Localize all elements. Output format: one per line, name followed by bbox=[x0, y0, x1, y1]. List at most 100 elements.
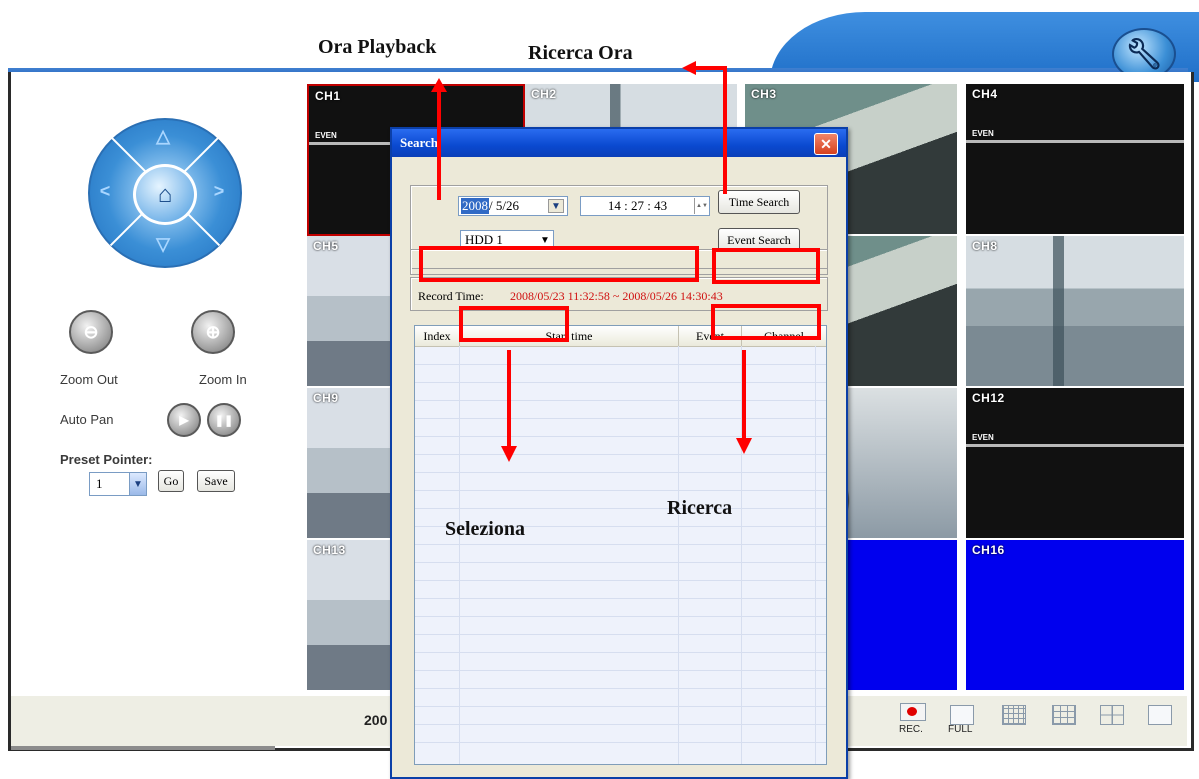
grid-line bbox=[415, 472, 826, 473]
grid-line bbox=[415, 670, 826, 671]
camera-label: CH4 bbox=[972, 87, 998, 101]
divider bbox=[11, 746, 275, 750]
camera-label: CH12 bbox=[972, 391, 1005, 405]
camera-label: CH2 bbox=[531, 87, 557, 101]
ptz-right-button[interactable]: > bbox=[207, 179, 231, 203]
camera-label: CH13 bbox=[313, 543, 346, 557]
annotation-seleziona: Seleziona bbox=[445, 518, 525, 540]
dialog-title-bar[interactable] bbox=[392, 129, 846, 157]
camera-label: CH5 bbox=[313, 239, 339, 253]
grid-line bbox=[415, 400, 826, 401]
home-icon: ⌂ bbox=[157, 180, 173, 208]
grid-line bbox=[415, 652, 826, 653]
zoom-in-button[interactable]: ⊕ bbox=[191, 310, 235, 354]
camera-tile-ch4[interactable]: CH4 EVEN bbox=[966, 84, 1184, 234]
record-time-label: Record Time: bbox=[418, 289, 484, 303]
zoom-out-icon: ⊖ bbox=[83, 321, 99, 342]
layout-4-button[interactable] bbox=[1100, 705, 1124, 725]
close-button[interactable]: ✕ bbox=[814, 133, 838, 155]
annotation-arrow-line bbox=[437, 90, 441, 200]
chevron-down-icon: ▼ bbox=[129, 473, 146, 495]
spinner-icon: ▲▼ bbox=[694, 198, 709, 214]
annotation-arrowhead bbox=[501, 446, 517, 462]
grid-line bbox=[415, 616, 826, 617]
grid-line bbox=[415, 364, 826, 365]
preset-save-button[interactable]: Save bbox=[197, 470, 235, 492]
record-icon bbox=[907, 707, 917, 716]
time-search-button[interactable]: Time Search bbox=[718, 190, 800, 214]
grid-line bbox=[678, 346, 679, 764]
highlight-channel-box bbox=[711, 304, 821, 340]
annotation-ora-playback: Ora Playback bbox=[318, 36, 437, 58]
time-picker[interactable]: 14 : 27 : 43 ▲▼ bbox=[580, 196, 710, 216]
play-icon: ▶ bbox=[179, 413, 189, 427]
grid-line bbox=[415, 724, 826, 725]
record-label: REC. bbox=[899, 724, 923, 735]
zoom-in-label: Zoom In bbox=[199, 372, 247, 387]
close-icon: ✕ bbox=[820, 135, 832, 152]
camera-label: CH9 bbox=[313, 391, 339, 405]
chevron-down-icon: ▼ bbox=[540, 234, 550, 246]
search-dialog: Search ✕ 2008 / 5/26 ▼ 14 : 27 : 43 ▲▼ T… bbox=[390, 127, 848, 779]
auto-pan-play-button[interactable]: ▶ bbox=[167, 403, 201, 437]
ptz-up-button[interactable]: △ bbox=[151, 124, 175, 148]
results-list[interactable]: Index Start time Event Channel bbox=[414, 325, 827, 765]
preset-select[interactable]: 1 ▼ bbox=[89, 472, 147, 496]
grid-line bbox=[415, 490, 826, 491]
grid-line bbox=[415, 544, 826, 545]
camera-tile-ch8[interactable]: CH8 bbox=[966, 236, 1184, 386]
ptz-left-button[interactable]: < bbox=[93, 179, 117, 203]
full-screen-button[interactable] bbox=[950, 705, 974, 725]
status-bar bbox=[966, 140, 1184, 143]
grid-line bbox=[415, 418, 826, 419]
chevron-down-icon: ▼ bbox=[548, 199, 564, 213]
ptz-home-button[interactable]: ⌂ bbox=[133, 164, 197, 225]
annotation-arrowhead bbox=[431, 78, 447, 92]
date-rest: / 5/26 bbox=[489, 198, 519, 213]
camera-tile-ch16[interactable]: CH16 bbox=[966, 540, 1184, 690]
grid-line bbox=[415, 454, 826, 455]
camera-label: CH8 bbox=[972, 239, 998, 253]
camera-tile-ch12[interactable]: CH12 EVEN bbox=[966, 388, 1184, 538]
layout-16-button[interactable] bbox=[1002, 705, 1026, 725]
grid-line bbox=[415, 688, 826, 689]
annotation-arrowhead bbox=[736, 438, 752, 454]
annotation-arrow-line bbox=[742, 350, 746, 440]
record-button[interactable] bbox=[900, 703, 926, 721]
record-time-value: 2008/05/23 11:32:58 ~ 2008/05/26 14:30:4… bbox=[510, 289, 723, 303]
grid-line bbox=[815, 346, 816, 764]
grid-line bbox=[415, 562, 826, 563]
highlight-event-search-box bbox=[712, 248, 820, 284]
annotation-arrow-line bbox=[723, 68, 727, 194]
annotation-arrowhead bbox=[682, 61, 696, 75]
column-index[interactable]: Index bbox=[415, 326, 460, 346]
grid-line bbox=[415, 508, 826, 509]
grid-line bbox=[415, 598, 826, 599]
zoom-out-label: Zoom Out bbox=[60, 372, 118, 387]
highlight-progress-box bbox=[419, 246, 699, 282]
annotation-arrow-line bbox=[694, 66, 727, 70]
grid-line bbox=[415, 436, 826, 437]
date-year: 2008 bbox=[461, 198, 489, 214]
layout-9-button[interactable] bbox=[1052, 705, 1076, 725]
full-screen-label: FULL bbox=[948, 724, 973, 735]
grid-line bbox=[415, 580, 826, 581]
auto-pan-label: Auto Pan bbox=[60, 412, 114, 427]
preset-value: 1 bbox=[96, 476, 103, 491]
ptz-down-button[interactable]: ▽ bbox=[151, 232, 175, 256]
wrench-icon: 🔧︎ bbox=[1124, 37, 1164, 71]
preset-pointer-label: Preset Pointer: bbox=[60, 452, 153, 467]
auto-pan-pause-button[interactable]: ❚❚ bbox=[207, 403, 241, 437]
annotation-arrow-line bbox=[507, 350, 511, 448]
zoom-out-button[interactable]: ⊖ bbox=[69, 310, 113, 354]
dialog-title: Search bbox=[400, 135, 439, 150]
pause-icon: ❚❚ bbox=[214, 414, 234, 427]
date-picker[interactable]: 2008 / 5/26 ▼ bbox=[458, 196, 568, 216]
layout-1-button[interactable] bbox=[1148, 705, 1172, 725]
time-value: 14 : 27 : 43 bbox=[607, 198, 668, 213]
status-date: 200 bbox=[364, 712, 388, 728]
status-bar bbox=[966, 444, 1184, 447]
preset-go-button[interactable]: Go bbox=[158, 470, 184, 492]
annotation-ricerca-ora: Ricerca Ora bbox=[528, 42, 633, 64]
grid-line bbox=[415, 706, 826, 707]
